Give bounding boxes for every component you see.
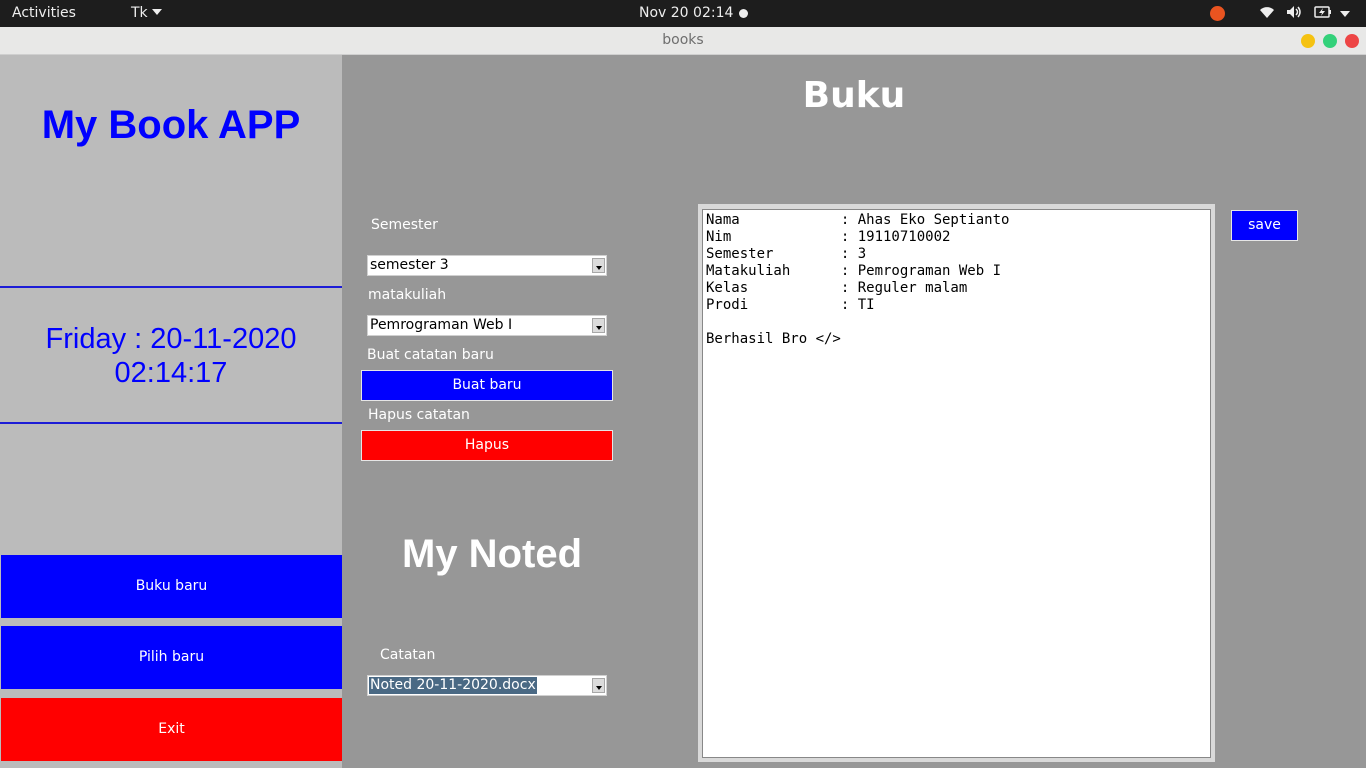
note-text-editor[interactable]: Nama : Ahas Eko Septianto Nim : 19110710…	[702, 209, 1211, 758]
activities-button[interactable]: Activities	[12, 5, 76, 21]
minimize-button[interactable]	[1301, 34, 1315, 48]
matakuliah-combobox[interactable]: Pemrograman Web I	[367, 315, 607, 336]
matakuliah-label: matakuliah	[368, 287, 447, 303]
catatan-value: Noted 20-11-2020.docx	[369, 677, 537, 694]
ubuntu-software-icon[interactable]	[1210, 6, 1225, 21]
chevron-down-icon	[151, 9, 162, 15]
dropdown-arrow-icon[interactable]	[592, 678, 605, 693]
catatan-label: Catatan	[380, 647, 436, 663]
window-title-bar[interactable]: books	[0, 27, 1366, 55]
dropdown-arrow-icon[interactable]	[592, 318, 605, 333]
buat-baru-button[interactable]: Buat baru	[361, 370, 613, 401]
hapus-catatan-label: Hapus catatan	[368, 407, 470, 423]
sidebar-panel: My Book APP Friday : 20-11-2020 02:14:17…	[0, 55, 342, 768]
app-menu[interactable]: Tk	[131, 5, 162, 21]
app-menu-label: Tk	[131, 5, 148, 21]
time-display: 02:14:17	[114, 357, 228, 389]
date-display: Friday : 20-11-2020	[45, 323, 297, 355]
page-title: Buku	[802, 75, 906, 116]
system-top-bar: Activities Tk Nov 20 02:14	[0, 0, 1366, 27]
pilih-baru-button[interactable]: Pilih baru	[1, 626, 342, 689]
hapus-button[interactable]: Hapus	[361, 430, 613, 461]
exit-button[interactable]: Exit	[1, 698, 342, 761]
semester-value: semester 3	[370, 257, 449, 273]
close-button[interactable]	[1345, 34, 1359, 48]
editor-frame: Nama : Ahas Eko Septianto Nim : 19110710…	[698, 204, 1215, 762]
matakuliah-value: Pemrograman Web I	[370, 317, 513, 333]
buat-catatan-label: Buat catatan baru	[367, 347, 494, 363]
app-title: My Book APP	[41, 103, 301, 147]
clock[interactable]: Nov 20 02:14	[639, 5, 733, 21]
semester-combobox[interactable]: semester 3	[367, 255, 607, 276]
volume-icon[interactable]	[1286, 5, 1302, 23]
battery-icon[interactable]	[1314, 5, 1332, 23]
noted-title: My Noted	[402, 532, 582, 576]
notification-dot-icon	[739, 9, 748, 18]
semester-label: Semester	[371, 217, 438, 233]
wifi-icon[interactable]	[1259, 5, 1275, 23]
save-button[interactable]: save	[1231, 210, 1298, 241]
divider-top	[0, 286, 342, 288]
buku-baru-button[interactable]: Buku baru	[1, 555, 342, 618]
catatan-combobox[interactable]: Noted 20-11-2020.docx	[367, 675, 607, 696]
divider-bottom	[0, 422, 342, 424]
system-menu-chevron-icon[interactable]	[1340, 11, 1350, 26]
window-title: books	[662, 32, 704, 48]
dropdown-arrow-icon[interactable]	[592, 258, 605, 273]
maximize-button[interactable]	[1323, 34, 1337, 48]
